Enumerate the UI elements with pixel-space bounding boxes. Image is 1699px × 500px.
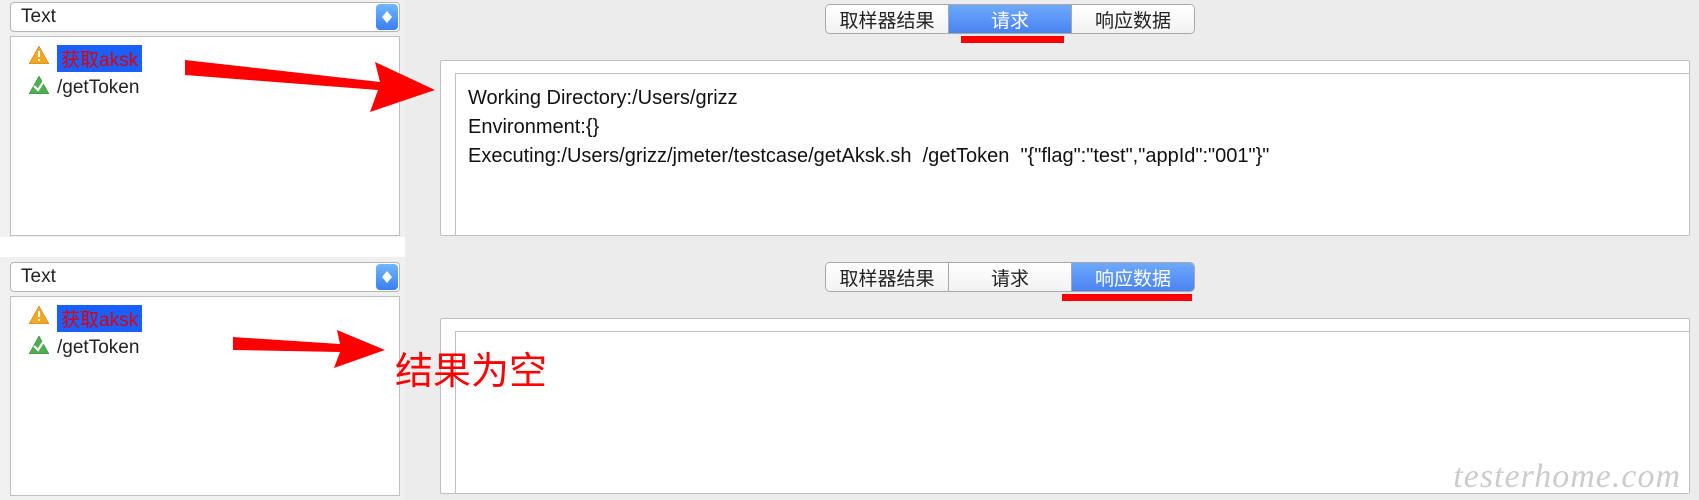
warn-icon (29, 46, 49, 70)
result-tabs: 取样器结果 请求 响应数据 (825, 262, 1195, 292)
tree-item-label: /getToken (57, 77, 139, 99)
result-tabs: 取样器结果 请求 响应数据 (825, 4, 1195, 34)
annotation-arrow-icon (230, 322, 390, 372)
tab-sampler-result[interactable]: 取样器结果 (826, 263, 949, 291)
pane-request: Text 获取aksk /getToken 取样器结果 请求 响应数据 Work… (0, 0, 1699, 250)
view-mode-value: Text (21, 6, 56, 28)
tab-label: 响应数据 (1095, 264, 1171, 291)
warn-icon (29, 306, 49, 330)
view-mode-value: Text (21, 266, 56, 288)
tab-request[interactable]: 请求 (949, 5, 1072, 33)
tab-label: 取样器结果 (839, 6, 934, 33)
ok-icon (29, 76, 49, 100)
tree-item-label: 获取aksk (57, 45, 142, 72)
tab-response-data[interactable]: 响应数据 (1072, 5, 1194, 33)
annotation-text: 结果为空 (395, 340, 547, 395)
dropdown-stepper-icon[interactable] (376, 4, 398, 30)
tab-label: 取样器结果 (839, 264, 934, 291)
tab-label: 请求 (991, 264, 1029, 291)
view-mode-selector[interactable]: Text (10, 262, 400, 292)
tree-item-label: /getToken (57, 337, 139, 359)
tab-sampler-result[interactable]: 取样器结果 (826, 5, 949, 33)
tab-response-data[interactable]: 响应数据 (1072, 263, 1194, 291)
pane-response: Text 获取aksk /getToken 取样器结果 请求 响应数据 (0, 250, 1699, 500)
tab-label: 请求 (991, 6, 1029, 33)
ok-icon (29, 336, 49, 360)
annotation-underline (961, 36, 1064, 43)
dropdown-stepper-icon[interactable] (376, 264, 398, 290)
annotation-arrow-icon (180, 40, 440, 120)
request-body-text[interactable]: Working Directory:/Users/grizz Environme… (455, 73, 1689, 235)
annotation-underline (1062, 294, 1192, 301)
tab-request[interactable]: 请求 (949, 263, 1072, 291)
view-mode-selector[interactable]: Text (10, 2, 400, 32)
watermark: testerhome.com (1453, 458, 1681, 496)
content-frame: Working Directory:/Users/grizz Environme… (440, 60, 1690, 236)
tab-label: 响应数据 (1095, 6, 1171, 33)
tree-item-label: 获取aksk (57, 305, 142, 332)
